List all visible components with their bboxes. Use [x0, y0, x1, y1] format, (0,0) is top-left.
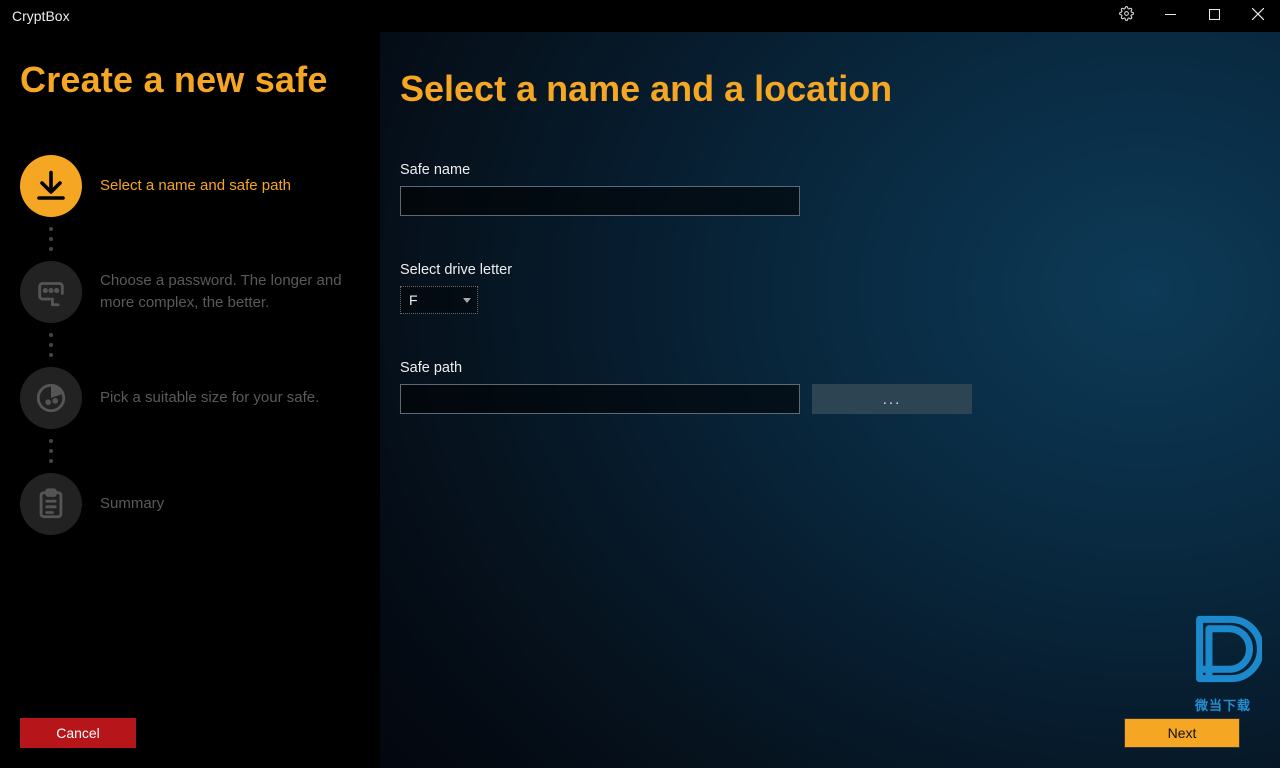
app-name: CryptBox	[12, 8, 70, 24]
cancel-button[interactable]: Cancel	[20, 718, 136, 748]
close-icon	[1252, 7, 1264, 25]
step-label: Choose a password. The longer and more c…	[100, 270, 360, 314]
drive-letter-label: Select drive letter	[400, 262, 1240, 278]
gear-icon	[1119, 6, 1134, 26]
maximize-button[interactable]	[1192, 0, 1236, 32]
form: Safe name Select drive letter F Safe pat…	[400, 162, 1240, 460]
step-password[interactable]: Choose a password. The longer and more c…	[20, 261, 360, 323]
maximize-icon	[1209, 7, 1220, 25]
titlebar: CryptBox	[0, 0, 1280, 32]
step-label: Summary	[100, 493, 164, 515]
safe-path-input[interactable]	[400, 384, 800, 414]
password-icon	[20, 261, 82, 323]
close-button[interactable]	[1236, 0, 1280, 32]
sidebar: Create a new safe Select a name and safe…	[0, 32, 380, 768]
watermark: 微当下载	[1184, 610, 1262, 714]
summary-icon	[20, 473, 82, 535]
safe-name-input[interactable]	[400, 186, 800, 216]
drive-letter-select[interactable]: F	[400, 286, 478, 314]
wizard-steps: Select a name and safe path Choose a pas…	[20, 155, 360, 535]
watermark-logo-icon	[1184, 610, 1262, 693]
watermark-caption: 微当下载	[1195, 695, 1251, 714]
settings-button[interactable]	[1104, 0, 1148, 32]
step-name-path[interactable]: Select a name and safe path	[20, 155, 360, 217]
safe-name-label: Safe name	[400, 162, 1240, 178]
step-connector	[20, 429, 82, 473]
sidebar-title: Create a new safe	[20, 60, 360, 100]
minimize-icon	[1165, 7, 1176, 25]
size-icon	[20, 367, 82, 429]
minimize-button[interactable]	[1148, 0, 1192, 32]
next-button[interactable]: Next	[1124, 718, 1240, 748]
step-summary[interactable]: Summary	[20, 473, 360, 535]
step-connector	[20, 217, 82, 261]
chevron-down-icon	[463, 298, 471, 303]
step-label: Pick a suitable size for your safe.	[100, 387, 319, 409]
download-icon	[20, 155, 82, 217]
step-label: Select a name and safe path	[100, 175, 291, 197]
step-size[interactable]: Pick a suitable size for your safe.	[20, 367, 360, 429]
content-panel: Select a name and a location Safe name S…	[380, 32, 1280, 768]
step-connector	[20, 323, 82, 367]
content-title: Select a name and a location	[400, 68, 1240, 110]
drive-letter-value: F	[409, 292, 418, 308]
safe-path-label: Safe path	[400, 360, 1240, 376]
browse-button[interactable]: ...	[812, 384, 972, 414]
